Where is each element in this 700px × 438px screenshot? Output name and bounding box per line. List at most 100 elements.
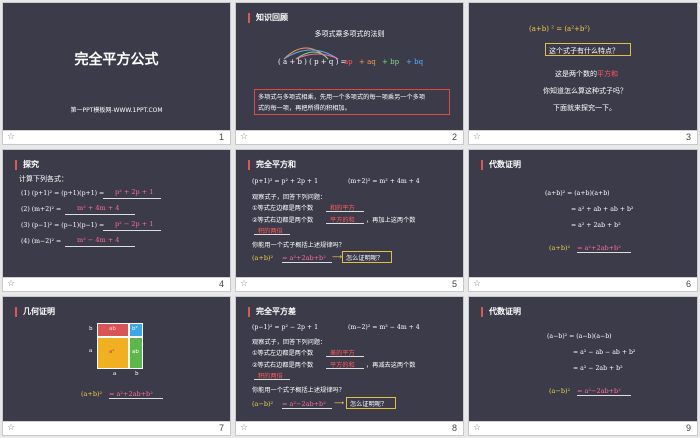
slide-number: 4: [218, 279, 224, 289]
proof-line-2: = a² + ab + ab + b²: [571, 206, 634, 213]
cell-label: a²: [109, 349, 115, 355]
result-line: [577, 252, 631, 253]
proof-line-1: (a−b)² = (a−b)(a−b): [547, 333, 612, 340]
section-title: 代数证明: [481, 160, 521, 170]
answer-line-2: [326, 368, 364, 369]
generalize-question: 你能用一个式子概括上述规律吗？: [252, 387, 345, 394]
cell-ab-top: ab: [97, 323, 129, 337]
result-lhs: (a+b)²: [81, 390, 103, 398]
formula-lhs: ( a + b ) ( p + q ) =: [278, 58, 347, 66]
section-title: 探究: [15, 160, 39, 170]
star-icon[interactable]: ☆: [7, 132, 15, 142]
answer-1: p² + 2p + 1: [115, 188, 154, 196]
star-icon[interactable]: ☆: [473, 279, 481, 289]
star-icon[interactable]: ☆: [240, 423, 248, 433]
section-title: 代数证明: [481, 307, 521, 317]
proof-line-3: = a² − 2ab + b²: [573, 365, 623, 372]
result-lhs: (a−b)²: [252, 400, 274, 408]
result-line: [282, 408, 332, 409]
section-title: 知识回顾: [248, 13, 288, 23]
side-label-b-bottom: b: [135, 371, 139, 377]
slide-number: 3: [685, 132, 691, 142]
term-bq: + bq: [406, 58, 424, 66]
slide-thumbnail-6[interactable]: 代数证明 (a+b)² = (a+b)(a+b) = a² + ab + ab …: [468, 149, 698, 292]
slide-number: 9: [685, 423, 691, 433]
exercise-4: (4) (m−2)² =: [21, 238, 62, 245]
rule-heading: 多项式乘多项式的法则: [314, 30, 385, 38]
proof-line-1: (a+b)² = (a+b)(a+b): [545, 190, 610, 197]
equation-1: (p+1)² = p² + 2p + 1: [252, 178, 319, 185]
result-lhs: (a−b)²: [549, 387, 571, 395]
section-title: 几何证明: [15, 307, 55, 317]
feature-line: 这是两个数的平方和: [555, 69, 618, 79]
slide-thumbnail-3[interactable]: (a+b) ² = (a²+b²) 这个式子有什么特点？ 这是两个数的平方和 你…: [468, 2, 698, 145]
result-rhs: = a²+2ab+b²: [109, 390, 153, 398]
answer-line-3: [254, 234, 290, 235]
star-icon[interactable]: ☆: [7, 279, 15, 289]
question-text: 这个式子有什么特点？: [549, 47, 619, 55]
cell-label: b²: [132, 326, 138, 332]
side-label-a-left: a: [89, 348, 93, 354]
side-label-a-bottom: a: [113, 371, 117, 377]
slide-number: 2: [451, 132, 457, 142]
equation-2: (m−2)² = m² − 4m + 4: [348, 324, 420, 331]
question-2: ②等式右边都是两个数: [252, 362, 314, 369]
result-lhs: (a+b)²: [252, 254, 274, 262]
star-icon[interactable]: ☆: [7, 423, 15, 433]
result-line: [577, 395, 631, 396]
slide-thumbnail-2[interactable]: 知识回顾 多项式乘多项式的法则 ( a + b ) ( p + q ) = ap…: [235, 2, 464, 145]
question-1: ①等式左边都是两个数: [252, 350, 314, 357]
result-line: [282, 262, 332, 263]
term-bp: + bp: [382, 58, 400, 66]
question-2-tail: ，再加上这两个数: [366, 217, 416, 224]
answer-2: m² + 4m + 4: [77, 204, 120, 212]
prove-text: 怎么证明呢？: [350, 401, 388, 408]
feature-highlight: 平方和: [597, 70, 618, 78]
slide-thumbnail-7[interactable]: 几何证明 ab b² a² ab b a a b (a+b)² = a²+2ab…: [2, 296, 231, 436]
slide-subtitle: 第一PPT模板网-WWW.1PPT.COM: [70, 107, 163, 114]
slide-thumbnail-9[interactable]: 代数证明 (a−b)² = (a−b)(a−b) = a² − ab − ab …: [468, 296, 698, 436]
equation-1: (p−1)² = p² − 2p + 1: [252, 324, 319, 331]
answer-line-1: [326, 211, 364, 212]
cell-a-squared: a²: [97, 337, 129, 369]
star-icon[interactable]: ☆: [240, 279, 248, 289]
arrow-icon: ⟶: [334, 399, 345, 407]
feature-text: 这是两个数的: [555, 70, 597, 78]
intro-text: 计算下列各式：: [19, 175, 68, 183]
cell-b-squared: b²: [129, 323, 143, 337]
star-icon[interactable]: ☆: [240, 132, 248, 142]
question-1: ①等式左边都是两个数: [252, 205, 314, 212]
answer-line-2: [65, 214, 135, 215]
question-2: ②等式右边都是两个数: [252, 217, 314, 224]
slide-title: 完全平方公式: [74, 52, 159, 68]
result-rhs: = a²−2ab+b²: [282, 400, 326, 408]
slide-thumbnail-5[interactable]: 完全平方和 (p+1)² = p² + 2p + 1 (m+2)² = m² +…: [235, 149, 464, 292]
observe-text: 观察式子，回答下列问题：: [252, 339, 327, 346]
rule-text-line1: 多项式与多项式相乘，先用一个多项式的每一项乘另一个多项: [258, 94, 426, 101]
slide-thumbnail-1[interactable]: 完全平方公式 第一PPT模板网-WWW.1PPT.COM ☆ 1: [2, 2, 231, 145]
result-line: [109, 398, 163, 399]
result-lhs: (a+b)²: [549, 244, 571, 252]
slide-thumbnail-4[interactable]: 探究 计算下列各式： (1) (p+1)² = (p+1)(p+1) = p² …: [2, 149, 231, 292]
star-icon[interactable]: ☆: [473, 132, 481, 142]
term-ap: ap: [344, 58, 353, 66]
cell-ab-side: ab: [129, 337, 143, 369]
result-rhs: = a²−2ab+b²: [577, 387, 621, 395]
section-title: 完全平方和: [248, 160, 296, 170]
star-icon[interactable]: ☆: [473, 423, 481, 433]
observe-text: 观察式子，回答下列问题：: [252, 194, 327, 201]
answer-line-2: [326, 223, 364, 224]
cell-label: ab: [109, 326, 116, 332]
slide-number: 6: [685, 279, 691, 289]
proof-line-2: = a² − ab − ab + b²: [573, 349, 636, 356]
section-title: 完全平方差: [248, 307, 296, 317]
cell-label: ab: [132, 349, 139, 355]
answer-line-1: [103, 198, 161, 199]
rule-text-line2: 式的每一项，再把所得的积相加。: [258, 105, 351, 112]
expression: (a+b) ² = (a²+b²): [529, 25, 590, 33]
geometry-diagram: ab b² a² ab: [97, 323, 145, 369]
prompt-line: 你知道怎么算这种式子吗？: [543, 87, 627, 95]
side-label-b-left: b: [89, 326, 93, 332]
explore-line: 下面就来探究一下。: [553, 104, 616, 112]
slide-thumbnail-8[interactable]: 完全平方差 (p−1)² = p² − 2p + 1 (m−2)² = m² −…: [235, 296, 464, 436]
